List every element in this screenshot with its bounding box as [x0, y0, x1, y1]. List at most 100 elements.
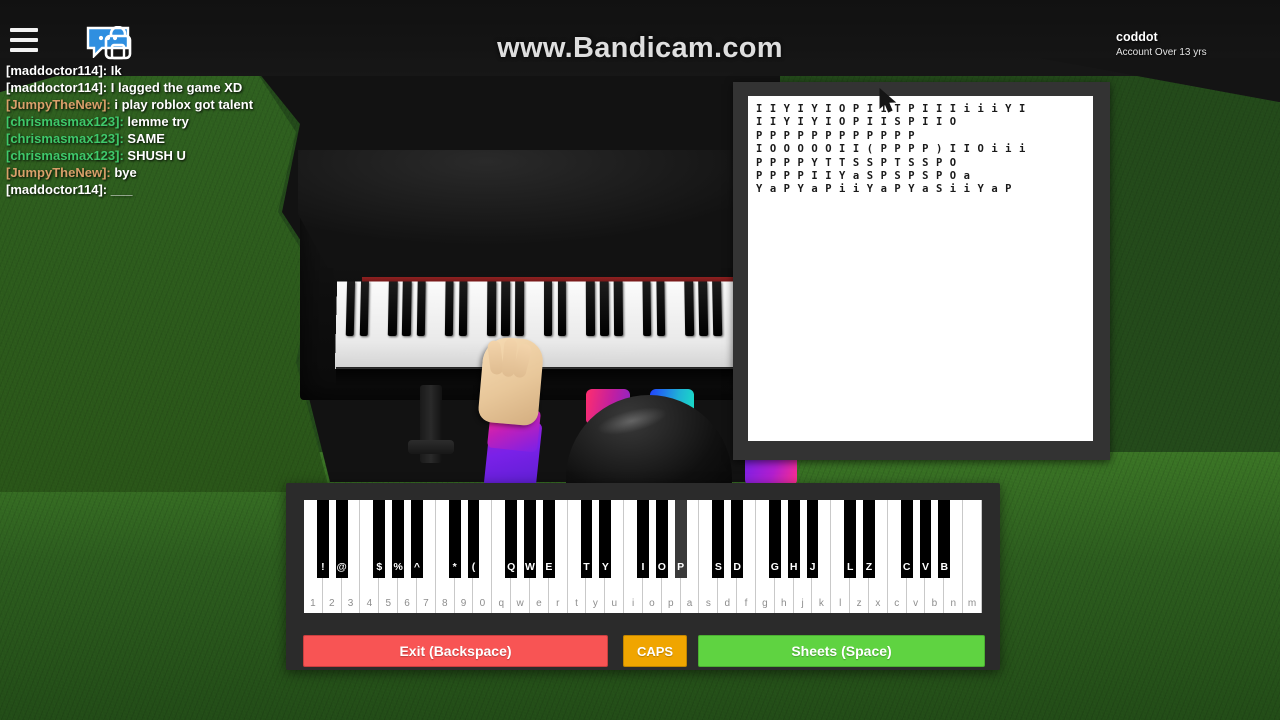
piano-black-key-label: @ — [336, 561, 347, 573]
piano-black-key-label: L — [846, 561, 854, 573]
piano-white-key-label: t — [575, 598, 578, 609]
chat-text: bye — [114, 165, 137, 180]
piano-black-key[interactable]: Z — [863, 500, 875, 578]
piano-black-key-label: E — [545, 561, 553, 573]
piano-keys-3d — [334, 281, 762, 370]
piano-white-key-label: o — [649, 598, 655, 609]
piano-black-key-label: J — [809, 561, 816, 573]
piano-3d-black-key — [698, 281, 708, 336]
sheet-music-line: I I Y I Y I O P I I T P I I I i i i Y I — [756, 103, 1026, 115]
piano-white-key-label: c — [894, 598, 900, 609]
piano-white-key-label: u — [611, 598, 618, 609]
piano-black-key[interactable]: G — [768, 500, 781, 578]
piano-3d-black-key — [515, 281, 525, 336]
chat-message: [chrismasmax123]: SAME — [6, 130, 426, 147]
mouse-pointer-icon — [879, 87, 897, 114]
piano-black-key[interactable]: L — [844, 500, 856, 578]
piano-black-key-label: T — [583, 561, 590, 573]
piano-black-key[interactable]: * — [448, 500, 461, 578]
bandicam-watermark: www.Bandicam.com — [497, 32, 783, 64]
piano-black-key-label: B — [940, 561, 949, 573]
player-info: coddot Account Over 13 yrs — [1116, 30, 1266, 58]
piano-black-key[interactable]: S — [712, 500, 725, 578]
piano-black-key-label: V — [921, 561, 929, 573]
chat-username: [JumpyTheNew]: — [6, 165, 115, 180]
sheets-button[interactable]: Sheets (Space) — [698, 635, 985, 667]
piano-3d-black-key — [501, 281, 511, 336]
piano-black-key-label: D — [733, 561, 741, 573]
piano-white-key-label: 1 — [310, 598, 316, 609]
piano-black-key[interactable]: J — [806, 500, 819, 578]
piano-white-key-label: 8 — [441, 598, 448, 609]
piano-black-key[interactable]: I — [637, 500, 649, 578]
piano-black-key-label: O — [657, 561, 666, 573]
piano-black-key[interactable]: C — [900, 500, 913, 578]
piano-black-key-label: ^ — [413, 561, 421, 573]
chat-message: [JumpyTheNew]: i play roblox got talent — [6, 96, 426, 113]
piano-ui-keyboard[interactable]: 1 2 3 4 5 6 7 8 9 0 q w e r t y u i o p a s d f g h j k l z x c v b n m! @ $%… — [304, 500, 982, 613]
chat-log[interactable]: [maddoctor114]: Ik [maddoctor114]: I lagg… — [6, 62, 426, 198]
piano-black-key-label: Q — [507, 561, 516, 573]
piano-black-key[interactable]: Q — [505, 500, 517, 578]
piano-ui-buttons: Exit (Backspace) CAPS Sheets (Space) — [303, 635, 985, 667]
piano-black-key[interactable]: T — [580, 500, 593, 578]
piano-white-key-label: 4 — [366, 598, 373, 609]
chat-text: Ik — [110, 63, 122, 78]
piano-black-key[interactable]: D — [731, 500, 743, 578]
piano-black-key-label: W — [525, 561, 535, 573]
piano-3d-black-key — [712, 281, 723, 336]
piano-black-key[interactable]: O — [655, 500, 668, 578]
piano-white-key-label: 2 — [328, 598, 335, 609]
piano-black-key[interactable]: V — [919, 500, 932, 578]
chat-message: [maddoctor114]: ___ — [6, 181, 426, 198]
piano-white-key-label: y — [592, 598, 598, 609]
piano-black-key[interactable]: ^ — [411, 500, 423, 578]
piano-black-key[interactable]: @ — [335, 500, 348, 578]
piano-white-key-label: s — [705, 598, 711, 609]
piano-3d-black-key — [416, 281, 426, 336]
piano-white-key-label: k — [818, 598, 824, 609]
chat-username: [chrismasmax123]: — [6, 148, 128, 163]
piano-black-key-label: S — [714, 561, 722, 573]
piano-black-key[interactable]: ( — [467, 500, 480, 578]
piano-3d-black-key — [345, 281, 356, 336]
piano-black-key[interactable]: P — [674, 500, 687, 578]
exit-button[interactable]: Exit (Backspace) — [303, 635, 608, 667]
chat-username: [maddoctor114]: — [6, 182, 111, 197]
piano-3d-black-key — [543, 281, 553, 336]
chat-text: SAME — [127, 131, 165, 146]
piano-black-key[interactable]: B — [938, 500, 951, 578]
piano-white-key-label: a — [686, 598, 693, 609]
piano-white-key-label: e — [536, 598, 542, 609]
piano-black-key[interactable]: E — [542, 500, 555, 578]
piano-3d-black-key — [402, 281, 412, 336]
caps-button[interactable]: CAPS — [623, 635, 687, 667]
piano-3d-black-key — [557, 281, 567, 336]
piano-black-key-label: Y — [601, 561, 609, 573]
piano-black-key[interactable]: Y — [599, 500, 612, 578]
chat-text: ___ — [110, 182, 133, 197]
piano-white-key-label: 9 — [460, 598, 467, 609]
piano-white-key[interactable]: m — [963, 500, 982, 613]
piano-black-key-label: % — [393, 561, 403, 573]
chat-username: [chrismasmax123]: — [6, 114, 128, 129]
piano-black-key[interactable]: W — [524, 500, 536, 578]
piano-white-key-label: 5 — [385, 598, 392, 609]
chat-message: [maddoctor114]: Ik — [6, 62, 426, 79]
chat-username: [maddoctor114]: — [6, 63, 111, 78]
piano-white-key-label: m — [967, 598, 977, 609]
piano-white-key-label: 6 — [404, 598, 410, 609]
piano-white-key-label: 7 — [423, 598, 429, 609]
piano-black-key[interactable]: $ — [373, 500, 386, 578]
piano-black-key-label: $ — [376, 561, 383, 573]
piano-white-key-label: v — [913, 598, 919, 609]
piano-black-key[interactable]: % — [392, 500, 404, 578]
chat-text: I lagged the game XD — [110, 80, 243, 95]
chat-username: [chrismasmax123]: — [6, 131, 128, 146]
chat-message: [JumpyTheNew]: bye — [6, 164, 426, 181]
piano-3d-black-key — [388, 281, 398, 336]
piano-black-key[interactable]: ! — [316, 500, 329, 578]
piano-black-key[interactable]: H — [787, 500, 800, 578]
piano-3d-black-key — [487, 281, 496, 336]
sheet-music-line: I I Y I Y I O P I I S P I I O — [756, 116, 957, 129]
